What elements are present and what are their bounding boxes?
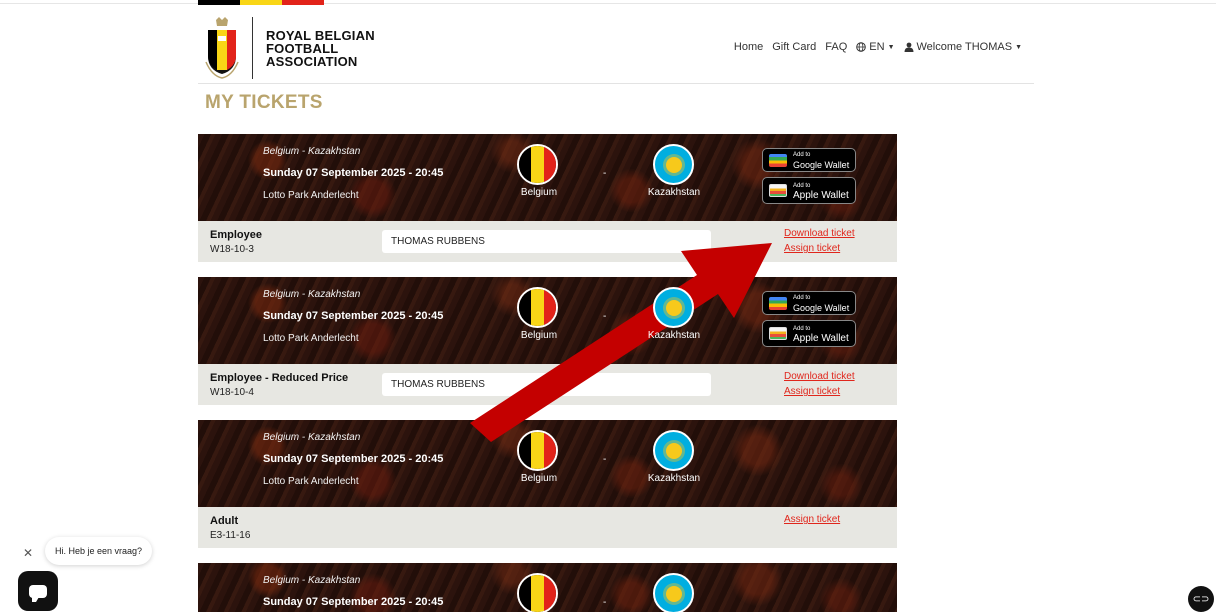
match-date: Sunday 07 September 2025 - 20:45 [263, 453, 444, 465]
nav-gift-card[interactable]: Gift Card [772, 41, 816, 53]
match-venue: Lotto Park Anderlecht [263, 476, 359, 487]
ticket-type: Employee [210, 229, 262, 241]
wallet-small-label: Add to [793, 152, 811, 158]
match-banner: Belgium - Kazakhstan Sunday 07 September… [198, 134, 897, 221]
versus-separator: - [603, 454, 607, 465]
ticket-card: Belgium - Kazakhstan Sunday 07 September… [198, 563, 897, 612]
caret-down-icon: ▼ [887, 43, 895, 51]
match-venue: Lotto Park Anderlecht [263, 333, 359, 344]
versus-separator: - [603, 311, 607, 322]
language-dropdown[interactable]: EN ▼ [856, 41, 895, 53]
add-to-apple-wallet-button[interactable]: Add to Apple Wallet [762, 177, 856, 204]
assign-ticket-link[interactable]: Assign ticket [784, 386, 840, 397]
google-wallet-icon [769, 296, 787, 310]
belgium-flag-icon [517, 144, 558, 185]
ticket-seat: W18-10-3 [210, 244, 254, 255]
ticket-card: Belgium - Kazakhstan Sunday 07 September… [198, 134, 897, 262]
versus-separator: - [603, 168, 607, 179]
nav-home[interactable]: Home [734, 41, 763, 53]
rbfa-crest-icon[interactable] [204, 16, 240, 80]
match-date: Sunday 07 September 2025 - 20:45 [263, 596, 444, 608]
add-to-google-wallet-button[interactable]: Add to Google Wallet [762, 148, 856, 172]
home-team-label: Belgium [520, 473, 558, 484]
away-team-label: Kazakhstan [647, 330, 701, 341]
match-name: Belgium - Kazakhstan [263, 575, 361, 586]
match-date: Sunday 07 September 2025 - 20:45 [263, 310, 444, 322]
chat-button[interactable] [18, 571, 58, 611]
away-team-label: Kazakhstan [647, 187, 701, 198]
home-team-label: Belgium [520, 330, 558, 341]
add-to-google-wallet-button[interactable]: Add to Google Wallet [762, 291, 856, 315]
ticket-info: Employee W18-10-3 THOMAS RUBBENS Downloa… [198, 221, 897, 262]
assign-ticket-link[interactable]: Assign ticket [784, 514, 840, 525]
kazakhstan-flag-icon [653, 573, 694, 612]
belgium-flag-icon [517, 573, 558, 612]
user-icon [904, 42, 913, 52]
google-wallet-icon [769, 153, 787, 167]
match-banner: Belgium - Kazakhstan Sunday 07 September… [198, 563, 897, 612]
download-ticket-link[interactable]: Download ticket [784, 371, 855, 382]
user-menu[interactable]: Welcome THOMAS ▼ [904, 41, 1022, 53]
site-header: ROYAL BELGIAN FOOTBALL ASSOCIATION Home … [198, 14, 1034, 84]
match-banner: Belgium - Kazakhstan Sunday 07 September… [198, 277, 897, 364]
ticket-holder-field[interactable]: THOMAS RUBBENS [382, 230, 711, 253]
ticket-card: Belgium - Kazakhstan Sunday 07 September… [198, 277, 897, 405]
kazakhstan-flag-icon [653, 144, 694, 185]
belgium-flag-icon [517, 430, 558, 471]
versus-separator: - [603, 597, 607, 608]
ticket-type: Employee - Reduced Price [210, 372, 349, 384]
match-name: Belgium - Kazakhstan [263, 432, 361, 443]
caret-down-icon: ▼ [1015, 43, 1022, 51]
brand-line-3: ASSOCIATION [266, 54, 358, 69]
add-to-apple-wallet-button[interactable]: Add to Apple Wallet [762, 320, 856, 347]
belgium-flag-icon [517, 287, 558, 328]
ticket-card: Belgium - Kazakhstan Sunday 07 September… [198, 420, 897, 548]
main-nav: Home Gift Card FAQ EN ▼ Welcome THOMAS ▼ [734, 41, 1022, 53]
chat-icon [29, 584, 47, 602]
page: ROYAL BELGIAN FOOTBALL ASSOCIATION Home … [0, 0, 1216, 612]
welcome-label: Welcome THOMAS [916, 41, 1013, 53]
match-date: Sunday 07 September 2025 - 20:45 [263, 167, 444, 179]
match-name: Belgium - Kazakhstan [263, 146, 361, 157]
ticket-holder-field[interactable]: THOMAS RUBBENS [382, 373, 711, 396]
ticket-type: Adult [210, 515, 239, 527]
wallet-small-label: Add to [793, 295, 811, 301]
accessibility-button[interactable]: ⊂⊃ [1188, 586, 1214, 612]
apple-wallet-icon [769, 184, 787, 197]
language-label: EN [869, 41, 885, 53]
page-title: MY TICKETS [205, 92, 323, 113]
chat-greeting[interactable]: Hi. Heb je een vraag? [45, 537, 153, 565]
ticket-seat: W18-10-4 [210, 387, 254, 398]
assign-ticket-link[interactable]: Assign ticket [784, 243, 840, 254]
globe-icon [856, 42, 867, 52]
close-icon[interactable]: ✕ [23, 546, 33, 560]
apple-wallet-icon [769, 327, 787, 340]
brand-name[interactable]: ROYAL BELGIAN FOOTBALL ASSOCIATION [266, 29, 375, 68]
away-team-label: Kazakhstan [647, 473, 701, 484]
match-banner: Belgium - Kazakhstan Sunday 07 September… [198, 420, 897, 507]
ticket-info: Adult E3-11-16 Assign ticket [198, 507, 897, 548]
wallet-label: Apple Wallet [793, 332, 849, 344]
top-border [0, 0, 1216, 4]
match-name: Belgium - Kazakhstan [263, 289, 361, 300]
wallet-label: Google Wallet [793, 303, 850, 313]
match-venue: Lotto Park Anderlecht [263, 190, 359, 201]
ticket-info: Employee - Reduced Price W18-10-4 THOMAS… [198, 364, 897, 405]
kazakhstan-flag-icon [653, 287, 694, 328]
accessibility-icon: ⊂⊃ [1192, 593, 1210, 605]
ticket-seat: E3-11-16 [210, 530, 251, 541]
logo-divider [252, 17, 253, 79]
download-ticket-link[interactable]: Download ticket [784, 228, 855, 239]
flag-bar [198, 0, 324, 5]
wallet-label: Apple Wallet [793, 189, 849, 201]
kazakhstan-flag-icon [653, 430, 694, 471]
wallet-small-label: Add to [793, 182, 811, 189]
home-team-label: Belgium [520, 187, 558, 198]
nav-faq[interactable]: FAQ [825, 41, 847, 53]
wallet-small-label: Add to [793, 325, 811, 332]
wallet-label: Google Wallet [793, 160, 850, 170]
